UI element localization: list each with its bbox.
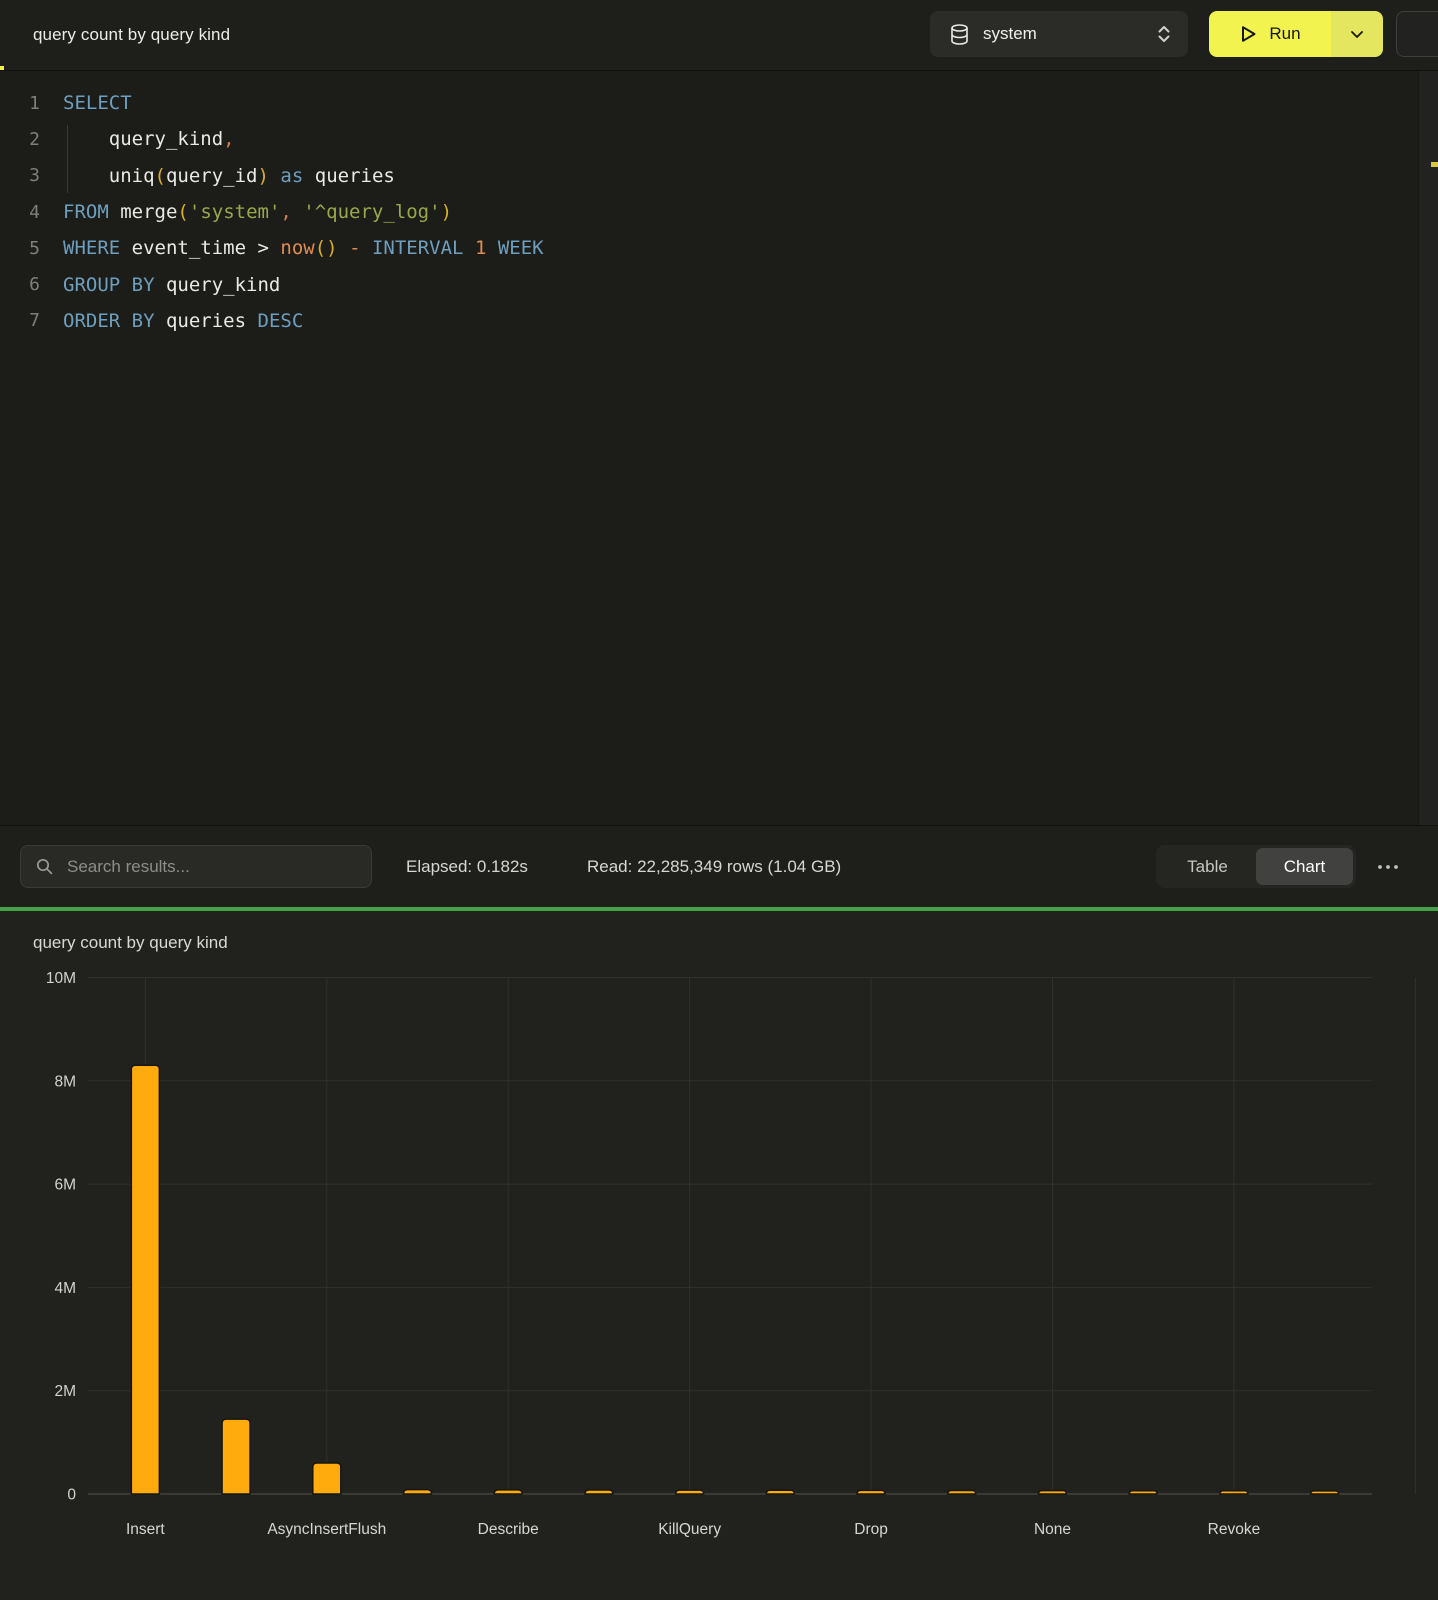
bar[interactable]: [1311, 1491, 1339, 1494]
svg-text:0: 0: [67, 1487, 76, 1504]
y-axis-labels: 0 2M 4M 6M 8M 10M: [46, 970, 77, 1504]
bar[interactable]: [1039, 1491, 1067, 1494]
line-number: 2: [0, 129, 40, 150]
tab-table[interactable]: Table: [1159, 848, 1256, 885]
play-icon: [1239, 24, 1258, 44]
svg-text:AsyncInsertFlush: AsyncInsertFlush: [267, 1521, 386, 1538]
code-line[interactable]: 6 GROUP BY query_kind: [0, 266, 1418, 302]
sql-console: query count by query kind system: [0, 0, 1438, 1600]
svg-text:10M: 10M: [46, 970, 76, 987]
header: query count by query kind system: [0, 0, 1438, 70]
bar[interactable]: [494, 1490, 522, 1494]
page-title: query count by query kind: [33, 0, 230, 70]
run-label: Run: [1269, 24, 1300, 44]
results-toolbar: Elapsed: 0.182s Read: 22,285,349 rows (1…: [0, 825, 1438, 908]
search-box[interactable]: [20, 845, 372, 888]
read-text: Read: 22,285,349 rows (1.04 GB): [587, 826, 841, 908]
code-line[interactable]: 4 FROM merge('system', '^query_log'): [0, 194, 1418, 230]
svg-text:None: None: [1034, 1521, 1071, 1538]
bar[interactable]: [585, 1490, 613, 1494]
code-text: uniq(query_id) as queries: [63, 165, 395, 187]
search-icon: [36, 858, 53, 875]
code-lines: 1SELECT2 query_kind,3 uniq(query_id) as …: [0, 85, 1418, 339]
tab-chart[interactable]: Chart: [1256, 848, 1353, 885]
code-line[interactable]: 7 ORDER BY queries DESC: [0, 303, 1418, 339]
code-line[interactable]: 2 query_kind,: [0, 121, 1418, 157]
run-options-button[interactable]: [1331, 11, 1383, 57]
line-number: 1: [0, 93, 40, 114]
svg-text:6M: 6M: [54, 1177, 76, 1194]
bar[interactable]: [766, 1490, 794, 1494]
code-text: FROM merge('system', '^query_log'): [63, 201, 452, 223]
editor-scrollbar-gutter[interactable]: [1418, 71, 1438, 825]
bar[interactable]: [676, 1490, 704, 1494]
database-icon: [950, 24, 969, 45]
code-text: GROUP BY query_kind: [63, 274, 280, 296]
gridlines: [88, 978, 1415, 1495]
svg-text:8M: 8M: [54, 1073, 76, 1090]
svg-text:Describe: Describe: [478, 1521, 539, 1538]
svg-text:Revoke: Revoke: [1208, 1521, 1261, 1538]
svg-text:2M: 2M: [54, 1383, 76, 1400]
bar[interactable]: [313, 1463, 341, 1494]
svg-text:KillQuery: KillQuery: [658, 1521, 721, 1538]
sparkle-button[interactable]: [1396, 11, 1438, 57]
code-line[interactable]: 3 uniq(query_id) as queries: [0, 158, 1418, 194]
line-number: 6: [0, 274, 40, 295]
bar[interactable]: [1129, 1491, 1157, 1494]
code-line[interactable]: 5 WHERE event_time > now() - INTERVAL 1 W…: [0, 230, 1418, 266]
ellipsis-icon: [1377, 864, 1399, 870]
x-axis-labels: Insert AsyncInsertFlush Describe KillQuery D…: [126, 1521, 1260, 1538]
run-button[interactable]: Run: [1209, 11, 1383, 57]
indent-guide: [67, 125, 68, 193]
search-input[interactable]: [65, 856, 349, 878]
bar[interactable]: [131, 1065, 159, 1494]
overview-ruler-marker: [1431, 162, 1438, 167]
database-selector[interactable]: system: [930, 11, 1188, 57]
updown-chevron-icon: [1156, 23, 1172, 45]
line-number: 4: [0, 202, 40, 223]
line-number: 7: [0, 310, 40, 331]
bar[interactable]: [1220, 1491, 1248, 1494]
chart-svg[interactable]: 0 2M 4M 6M 8M 10M Insert AsyncInsertFlush Descri…: [0, 911, 1438, 1600]
bar[interactable]: [404, 1490, 432, 1494]
view-toggle: Table Chart: [1156, 845, 1356, 888]
bar[interactable]: [222, 1419, 250, 1494]
elapsed-text: Elapsed: 0.182s: [406, 826, 528, 908]
svg-text:Insert: Insert: [126, 1521, 165, 1538]
code-text: ORDER BY queries DESC: [63, 310, 303, 332]
svg-text:4M: 4M: [54, 1280, 76, 1297]
bar[interactable]: [948, 1490, 976, 1494]
code-text: query_kind,: [63, 128, 235, 150]
line-number: 3: [0, 165, 40, 186]
chevron-down-icon: [1350, 30, 1364, 39]
database-value: system: [983, 24, 1156, 44]
svg-text:Drop: Drop: [854, 1521, 888, 1538]
bar[interactable]: [857, 1490, 885, 1494]
code-line[interactable]: 1 SELECT: [0, 85, 1418, 121]
bars: [131, 1065, 1338, 1494]
more-options-button[interactable]: [1366, 845, 1410, 888]
code-text: SELECT: [63, 92, 132, 114]
chart-panel: query count by query kind 02M4M6M8M10MIn…: [0, 911, 1438, 1600]
sql-editor[interactable]: 1SELECT2 query_kind,3 uniq(query_id) as …: [0, 71, 1438, 825]
code-text: WHERE event_time > now() - INTERVAL 1 WE…: [63, 237, 544, 259]
line-number: 5: [0, 238, 40, 259]
run-button-main[interactable]: Run: [1209, 11, 1331, 57]
